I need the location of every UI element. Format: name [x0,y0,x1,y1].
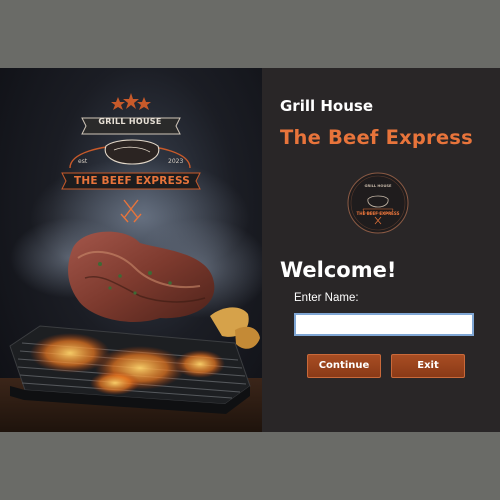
stars-icon [111,93,151,110]
logo-year-text: 2023 [168,158,184,165]
app-name: Grill House [280,97,373,115]
name-input[interactable] [294,313,474,336]
badge-bottom-text: THE BEEF EXPRESS [356,211,400,216]
badge-top-text: GRILL HOUSE [364,184,392,188]
continue-button[interactable]: Continue [307,354,381,378]
login-panel: Grill House The Beef Express GRILL HOUSE… [262,68,500,432]
name-label: Enter Name: [294,292,359,304]
hero-image: GRILL HOUSE est 2023 THE BEEF EXPRESS [0,68,262,432]
badge-logo-icon [347,172,409,234]
logo-icon [104,139,160,165]
logo-est-text: est [78,158,88,165]
brand-title: The Beef Express [280,126,473,149]
logo-top-text: GRILL HOUSE [98,117,162,126]
login-window: GRILL HOUSE est 2023 THE BEEF EXPRESS Gr… [0,68,500,432]
exit-button[interactable]: Exit [391,354,465,378]
welcome-heading: Welcome! [280,258,397,282]
logo-bottom-text: THE BEEF EXPRESS [73,175,191,187]
